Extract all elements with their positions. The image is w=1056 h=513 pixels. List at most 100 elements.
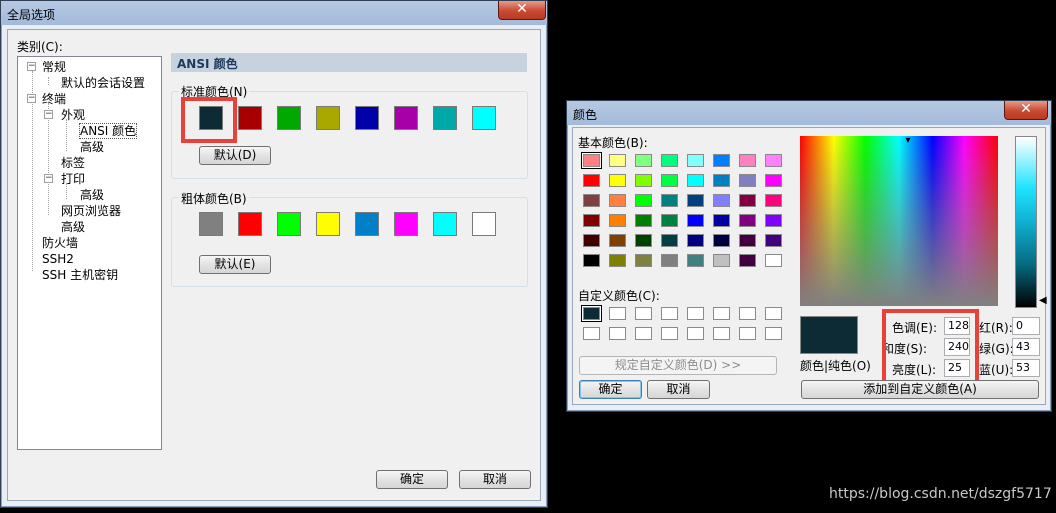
luminance-input[interactable]: 25 <box>944 359 970 377</box>
basic-color-swatch[interactable] <box>713 194 730 207</box>
bold-color-swatch[interactable] <box>199 212 223 236</box>
tree-item-ssh-host-keys[interactable]: SSH 主机密钥 <box>42 268 118 282</box>
custom-color-swatch[interactable] <box>583 307 600 320</box>
basic-color-swatch[interactable] <box>583 214 600 227</box>
basic-color-swatch[interactable] <box>687 254 704 267</box>
basic-color-swatch[interactable] <box>739 254 756 267</box>
basic-color-swatch[interactable] <box>661 194 678 207</box>
tree-item-appearance[interactable]: 外观 <box>61 108 85 122</box>
color-spectrum[interactable] <box>800 136 998 306</box>
tree-collapse-icon[interactable]: − <box>27 62 36 71</box>
standard-color-swatch[interactable] <box>394 106 418 130</box>
custom-color-swatch[interactable] <box>739 327 756 340</box>
hue-input[interactable]: 128 <box>944 317 970 335</box>
basic-color-swatch[interactable] <box>583 234 600 247</box>
basic-color-swatch[interactable] <box>765 254 782 267</box>
basic-color-swatch[interactable] <box>765 194 782 207</box>
basic-color-swatch[interactable] <box>687 154 704 167</box>
title-bar[interactable]: 全局选项 ✕ <box>1 1 547 25</box>
basic-color-swatch[interactable] <box>765 214 782 227</box>
category-tree[interactable] <box>17 56 162 450</box>
basic-color-swatch[interactable] <box>583 254 600 267</box>
custom-color-swatch[interactable] <box>661 307 678 320</box>
bold-color-swatch[interactable] <box>277 212 301 236</box>
blue-input[interactable]: 53 <box>1012 359 1040 377</box>
tree-collapse-icon[interactable]: − <box>27 94 36 103</box>
tree-item-terminal[interactable]: 终端 <box>42 92 66 106</box>
custom-color-swatch[interactable] <box>739 307 756 320</box>
basic-color-swatch[interactable] <box>635 214 652 227</box>
basic-color-swatch[interactable] <box>687 234 704 247</box>
define-custom-colors-button[interactable]: 规定自定义颜色(D) >> <box>579 356 777 375</box>
custom-color-swatch[interactable] <box>635 307 652 320</box>
basic-color-swatch[interactable] <box>739 154 756 167</box>
basic-color-swatch[interactable] <box>713 174 730 187</box>
green-input[interactable]: 43 <box>1012 338 1040 356</box>
custom-color-swatch[interactable] <box>635 327 652 340</box>
tree-item-print[interactable]: 打印 <box>61 172 85 186</box>
basic-color-swatch[interactable] <box>635 194 652 207</box>
basic-color-swatch[interactable] <box>583 154 600 167</box>
bold-color-swatch[interactable] <box>238 212 262 236</box>
add-to-custom-colors-button[interactable]: 添加到自定义颜色(A) <box>801 380 1039 399</box>
basic-color-swatch[interactable] <box>609 234 626 247</box>
basic-color-swatch[interactable] <box>661 214 678 227</box>
basic-color-swatch[interactable] <box>583 174 600 187</box>
basic-color-swatch[interactable] <box>661 174 678 187</box>
basic-color-swatch[interactable] <box>765 234 782 247</box>
standard-color-swatch[interactable] <box>433 106 457 130</box>
close-button[interactable]: ✕ <box>498 1 546 20</box>
basic-color-swatch[interactable] <box>609 154 626 167</box>
bold-color-swatch[interactable] <box>316 212 340 236</box>
standard-color-swatch[interactable] <box>355 106 379 130</box>
basic-color-swatch[interactable] <box>765 174 782 187</box>
basic-color-swatch[interactable] <box>635 154 652 167</box>
tree-item-default-session[interactable]: 默认的会话设置 <box>61 76 145 90</box>
tree-item-general[interactable]: 常规 <box>42 60 66 74</box>
standard-color-swatch[interactable] <box>277 106 301 130</box>
bold-default-button[interactable]: 默认(E) <box>199 255 271 274</box>
tree-item-print-advanced[interactable]: 高级 <box>80 188 104 202</box>
basic-color-swatch[interactable] <box>661 154 678 167</box>
tree-item-firewall[interactable]: 防火墙 <box>42 236 78 250</box>
standard-color-swatch[interactable] <box>316 106 340 130</box>
bold-color-swatch[interactable] <box>355 212 379 236</box>
tree-item-browser-advanced[interactable]: 高级 <box>61 220 85 234</box>
tree-collapse-icon[interactable]: − <box>44 110 53 119</box>
basic-color-swatch[interactable] <box>739 214 756 227</box>
color-ok-button[interactable]: 确定 <box>579 380 642 399</box>
cancel-button[interactable]: 取消 <box>459 470 531 489</box>
color-cancel-button[interactable]: 取消 <box>647 380 710 399</box>
custom-color-swatch[interactable] <box>765 307 782 320</box>
basic-color-swatch[interactable] <box>635 174 652 187</box>
standard-color-swatch[interactable] <box>472 106 496 130</box>
basic-color-swatch[interactable] <box>609 174 626 187</box>
basic-color-swatch[interactable] <box>609 194 626 207</box>
color-title-bar[interactable]: 颜色 ✕ <box>567 101 1051 125</box>
tree-item-ansi-colors[interactable]: ANSI 颜色 <box>78 123 138 139</box>
basic-color-swatch[interactable] <box>609 254 626 267</box>
tree-item-advanced[interactable]: 高级 <box>80 140 104 154</box>
color-close-button[interactable]: ✕ <box>1004 101 1048 120</box>
custom-color-swatch[interactable] <box>765 327 782 340</box>
bold-color-swatch[interactable] <box>472 212 496 236</box>
bold-color-swatch[interactable] <box>394 212 418 236</box>
basic-color-swatch[interactable] <box>583 194 600 207</box>
custom-color-swatch[interactable] <box>583 327 600 340</box>
basic-color-swatch[interactable] <box>713 154 730 167</box>
bold-color-swatch[interactable] <box>433 212 457 236</box>
standard-color-swatch[interactable] <box>199 106 223 130</box>
luminance-arrow-icon[interactable]: ◀ <box>1039 296 1047 306</box>
custom-color-swatch[interactable] <box>609 307 626 320</box>
basic-color-swatch[interactable] <box>739 234 756 247</box>
custom-color-swatch[interactable] <box>687 307 704 320</box>
basic-color-swatch[interactable] <box>687 174 704 187</box>
ok-button[interactable]: 确定 <box>376 470 448 489</box>
luminance-slider[interactable] <box>1015 136 1037 308</box>
red-input[interactable]: 0 <box>1012 317 1040 335</box>
custom-color-swatch[interactable] <box>609 327 626 340</box>
basic-color-swatch[interactable] <box>713 214 730 227</box>
tree-item-ssh2[interactable]: SSH2 <box>42 252 74 266</box>
basic-color-swatch[interactable] <box>635 234 652 247</box>
tree-item-tabs[interactable]: 标签 <box>61 156 85 170</box>
